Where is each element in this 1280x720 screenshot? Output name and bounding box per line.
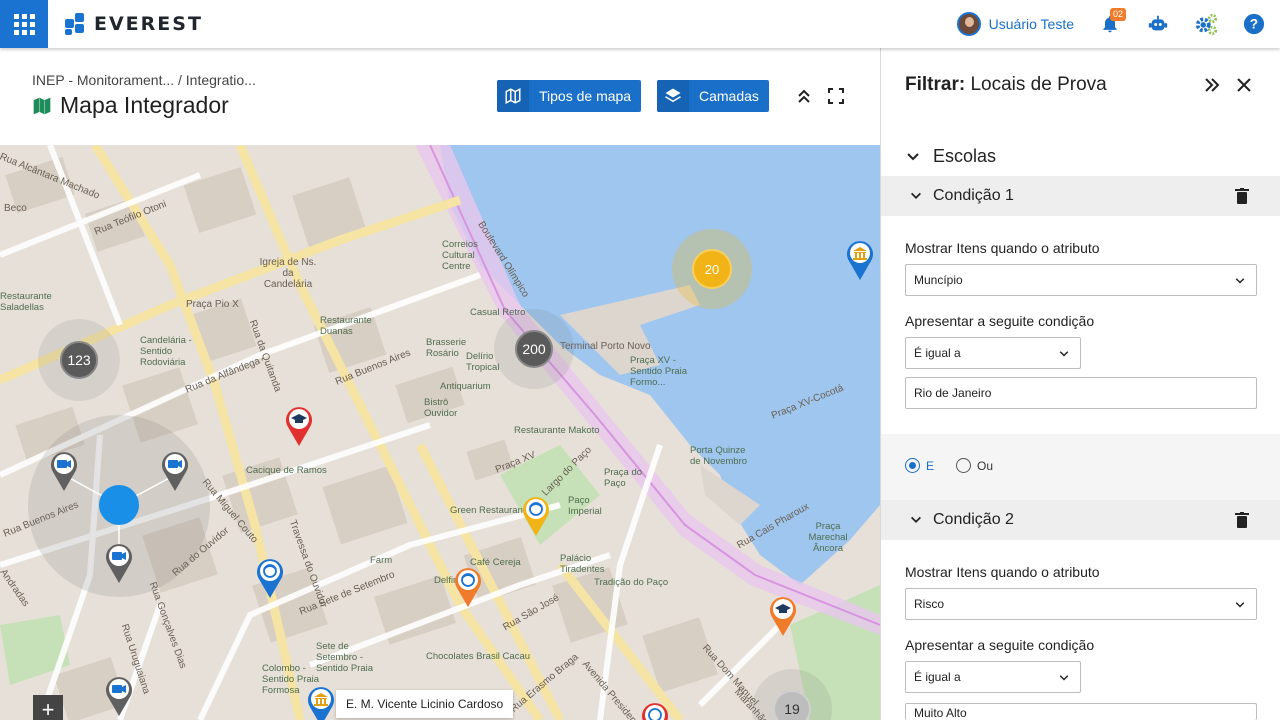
attribute-select[interactable]: Risco	[905, 588, 1257, 620]
assistant-button[interactable]	[1146, 12, 1170, 36]
fullscreen-button[interactable]	[826, 86, 846, 106]
chevron-down-icon	[911, 516, 921, 523]
map-tooltip: E. M. Vicente Licinio Cardoso	[336, 690, 514, 718]
chevron-down-icon	[1059, 675, 1069, 681]
condition-1-header[interactable]: Condição 1	[881, 176, 1280, 216]
attribute-value: Risco	[914, 597, 945, 611]
top-bar: EVEREST Usuário Teste 02 ?	[0, 0, 1280, 48]
attribute-label: Mostrar Itens quando o atributo	[905, 564, 1100, 580]
camera-pin-icon[interactable]	[104, 542, 134, 584]
chevron-down-icon	[1235, 602, 1245, 608]
attribute-value: Muncípio	[914, 273, 963, 287]
or-radio[interactable]	[956, 458, 972, 473]
condition-value-text: Rio de Janeiro	[914, 386, 992, 400]
student-pin-yellow-icon[interactable]	[521, 495, 551, 537]
page-header: INEP - Monitorament... / Integratio... M…	[0, 48, 880, 145]
close-icon	[1237, 78, 1251, 92]
school-pin-orange-icon[interactable]	[768, 595, 798, 637]
page-title-text: Mapa Integrador	[60, 92, 229, 118]
institution-pin-icon[interactable]	[306, 685, 336, 720]
svg-text:?: ?	[1250, 17, 1258, 32]
chevron-down-icon	[1059, 351, 1069, 357]
help-button[interactable]: ?	[1242, 12, 1266, 36]
map-outline-icon	[505, 88, 521, 104]
chevron-down-icon	[907, 152, 919, 160]
section-escolas[interactable]: Escolas	[905, 146, 996, 167]
filter-panel: Filtrar: Locais de Prova Escolas Condiçã…	[880, 48, 1280, 720]
gears-icon	[1195, 13, 1218, 36]
condition-2-header[interactable]: Condição 2	[881, 500, 1280, 540]
chevron-down-icon	[911, 192, 921, 199]
student-pin-red-icon[interactable]	[640, 701, 670, 720]
user-name[interactable]: Usuário Teste	[989, 16, 1074, 32]
page-title: Mapa Integrador	[32, 92, 229, 119]
student-pin-blue-icon[interactable]	[255, 557, 285, 599]
and-radio[interactable]	[905, 458, 920, 473]
collapse-header-button[interactable]	[794, 86, 814, 106]
layers-label: Camadas	[699, 88, 759, 104]
panel-title: Filtrar: Locais de Prova	[905, 74, 1107, 96]
notifications-button[interactable]: 02	[1098, 8, 1127, 36]
robot-icon	[1148, 15, 1168, 31]
panel-title-value: Locais de Prova	[970, 74, 1107, 95]
condition-type-label: Apresentar a seguite condição	[905, 637, 1095, 653]
panel-title-prefix: Filtrar:	[905, 74, 966, 95]
condition-value-text: Muito Alto	[914, 706, 967, 720]
spider-cluster-center[interactable]	[99, 485, 139, 525]
condition-label: Condição 1	[933, 187, 1014, 204]
trash-icon[interactable]	[1235, 512, 1249, 528]
map-types-button[interactable]: Tipos de mapa	[497, 80, 642, 112]
camera-pin-icon[interactable]	[49, 450, 79, 492]
collapse-panel-button[interactable]	[1201, 74, 1223, 96]
map-types-label: Tipos de mapa	[539, 88, 632, 104]
close-panel-button[interactable]	[1233, 74, 1255, 96]
condition-label: Condição 2	[933, 511, 1014, 528]
student-pin-orange-icon[interactable]	[453, 566, 483, 608]
fullscreen-icon	[828, 88, 844, 104]
double-chevron-right-icon	[1205, 78, 1220, 92]
settings-button[interactable]	[1194, 12, 1218, 36]
avatar[interactable]	[956, 12, 981, 36]
zoom-in-button[interactable]: +	[33, 695, 63, 720]
brand-name: EVEREST	[94, 13, 203, 35]
breadcrumb[interactable]: INEP - Monitorament... / Integratio...	[32, 72, 256, 88]
spider-lines	[63, 474, 176, 555]
school-pin-red-icon[interactable]	[284, 405, 314, 447]
section-label: Escolas	[933, 146, 997, 166]
logic-radio-group: E Ou	[905, 458, 993, 473]
brand-logo[interactable]: EVEREST	[64, 12, 203, 36]
notification-badge: 02	[1110, 8, 1127, 21]
attribute-label: Mostrar Itens quando o atributo	[905, 240, 1100, 256]
layers-icon	[665, 88, 681, 103]
apps-grid-icon	[13, 13, 35, 35]
layers-button[interactable]: Camadas	[657, 80, 769, 112]
attribute-select[interactable]: Muncípio	[905, 264, 1257, 296]
trash-icon[interactable]	[1235, 188, 1249, 204]
or-radio-label[interactable]: Ou	[977, 459, 993, 473]
condition-type-select[interactable]: É igual a	[905, 337, 1081, 369]
chevron-down-icon	[1235, 278, 1245, 284]
and-radio-label[interactable]: E	[926, 459, 934, 473]
institution-pin-icon[interactable]	[845, 239, 875, 281]
apps-menu-button[interactable]	[0, 0, 48, 48]
condition-value-input[interactable]: Rio de Janeiro	[905, 377, 1257, 409]
map-icon	[33, 97, 51, 114]
condition-type-label: Apresentar a seguite condição	[905, 313, 1095, 329]
camera-pin-icon[interactable]	[104, 675, 134, 717]
everest-logo-icon	[65, 13, 84, 35]
double-chevron-up-icon	[798, 89, 810, 103]
condition-type-select[interactable]: É igual a	[905, 661, 1081, 693]
condition-type-value: É igual a	[914, 346, 961, 360]
condition-value-input[interactable]: Muito Alto	[905, 703, 1257, 720]
camera-pin-icon[interactable]	[160, 450, 190, 492]
map-canvas[interactable]: Rua Alcântara Machado Beco Rua Teófilo O…	[0, 145, 880, 720]
condition-type-value: É igual a	[914, 670, 961, 684]
help-icon: ?	[1243, 13, 1265, 35]
